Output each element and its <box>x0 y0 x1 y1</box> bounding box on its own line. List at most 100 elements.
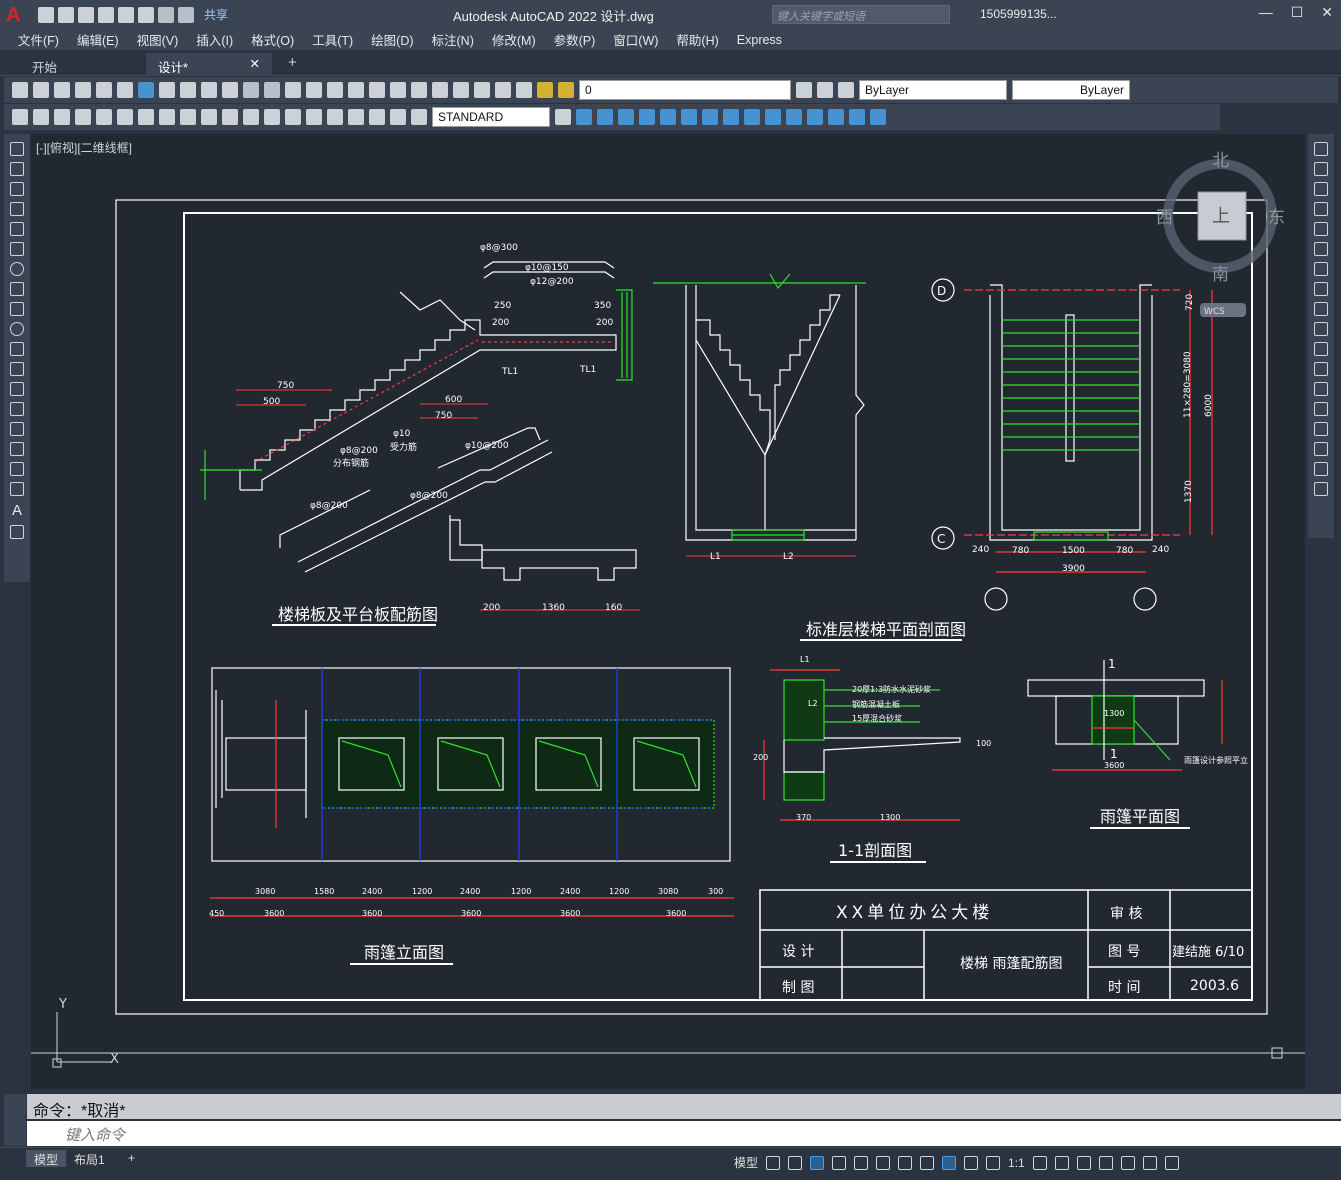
annotation-scale-icon[interactable] <box>986 1155 1001 1170</box>
angular-icon[interactable] <box>159 109 175 125</box>
table-icon[interactable] <box>10 482 24 496</box>
wcs-label[interactable]: WCS <box>1204 307 1225 317</box>
hatch-icon[interactable] <box>10 422 24 436</box>
search-input[interactable]: 键入关键字或短语 <box>772 5 950 24</box>
array-icon[interactable] <box>639 109 655 125</box>
open-icon[interactable] <box>33 82 49 98</box>
autocad-logo-icon[interactable]: A <box>6 4 32 26</box>
move-icon[interactable] <box>660 109 676 125</box>
add-layout-button[interactable]: + <box>120 1150 143 1167</box>
array-icon[interactable] <box>1314 222 1328 236</box>
break-icon[interactable] <box>786 109 802 125</box>
gradient-icon[interactable] <box>10 442 24 456</box>
tab-start[interactable]: 开始 <box>20 53 130 76</box>
command-input[interactable]: 键入命令 <box>27 1121 1341 1146</box>
copy-icon[interactable] <box>180 82 196 98</box>
continue-icon[interactable] <box>222 109 238 125</box>
trim-icon[interactable] <box>1314 322 1328 336</box>
hardware-accel-icon[interactable] <box>1098 1155 1113 1170</box>
break-icon[interactable] <box>1314 382 1328 396</box>
clean-screen-icon[interactable] <box>1120 1155 1135 1170</box>
menu-format[interactable]: 格式(O) <box>251 30 294 49</box>
menu-help[interactable]: 帮助(H) <box>676 30 718 49</box>
mirror-icon[interactable] <box>597 109 613 125</box>
polyline-icon[interactable] <box>10 182 24 196</box>
fillet-icon[interactable] <box>1314 442 1328 456</box>
drawing-viewport[interactable]: 750 500 600 750 250 200 350 200 φ8@200 φ… <box>31 134 1305 1089</box>
stretch-icon[interactable] <box>723 109 739 125</box>
ortho-icon[interactable] <box>810 1155 825 1170</box>
rotate-icon[interactable] <box>681 109 697 125</box>
redo-icon[interactable] <box>178 6 194 23</box>
add-selected-icon[interactable] <box>10 525 24 539</box>
dim-edit-icon[interactable] <box>369 109 385 125</box>
join-icon[interactable] <box>1314 402 1328 416</box>
aligned-dim-icon[interactable] <box>33 109 49 125</box>
osnap-icon[interactable] <box>876 1155 891 1170</box>
settings-gear-icon[interactable] <box>1032 1155 1047 1170</box>
open-icon[interactable] <box>58 6 74 23</box>
menu-edit[interactable]: 编辑(E) <box>77 30 119 49</box>
polygon-icon[interactable] <box>10 202 24 216</box>
menu-tools[interactable]: 工具(T) <box>312 30 353 49</box>
copy-icon[interactable] <box>1314 162 1328 176</box>
join-icon[interactable] <box>807 109 823 125</box>
viewcube-north[interactable]: 北 <box>1212 151 1229 171</box>
blend-icon[interactable] <box>1314 462 1328 476</box>
calculator-icon[interactable] <box>474 82 490 98</box>
zoom-realtime-icon[interactable] <box>306 82 322 98</box>
baseline-icon[interactable] <box>201 109 217 125</box>
layer-freeze-icon[interactable] <box>558 82 574 98</box>
line-icon[interactable] <box>10 142 24 156</box>
cut-icon[interactable] <box>159 82 175 98</box>
save-icon[interactable] <box>78 6 94 23</box>
layer-dropdown[interactable]: 0 <box>579 80 791 100</box>
viewport-controls-label[interactable]: [-][俯视][二维线框] <box>36 139 132 156</box>
menu-parametric[interactable]: 参数(P) <box>554 30 596 49</box>
stretch-icon[interactable] <box>1314 302 1328 316</box>
share-button[interactable]: 共享 <box>204 6 228 23</box>
viewcube-top[interactable]: 上 <box>1212 206 1230 227</box>
xline-icon[interactable] <box>10 162 24 176</box>
make-block-icon[interactable] <box>10 382 24 396</box>
chamfer-icon[interactable] <box>1314 422 1328 436</box>
ordinate-icon[interactable] <box>75 109 91 125</box>
grid-icon[interactable] <box>766 1155 781 1170</box>
lineweight-icon[interactable] <box>920 1155 935 1170</box>
extend-icon[interactable] <box>1314 342 1328 356</box>
menu-draw[interactable]: 绘图(D) <box>371 30 413 49</box>
explode-icon[interactable] <box>870 109 886 125</box>
undo-icon[interactable] <box>158 6 174 23</box>
sheetset-icon[interactable] <box>432 82 448 98</box>
layer-properties-icon[interactable] <box>516 82 532 98</box>
close-tab-icon[interactable]: ✕ <box>250 56 260 71</box>
revcloud-icon[interactable] <box>10 282 24 296</box>
web-icon[interactable] <box>138 82 154 98</box>
copy-obj-icon[interactable] <box>576 109 592 125</box>
tab-model[interactable]: 模型 <box>26 1150 67 1167</box>
publish-icon[interactable] <box>117 82 133 98</box>
properties-icon[interactable] <box>369 82 385 98</box>
circle-icon[interactable] <box>10 262 24 276</box>
linetype-dropdown[interactable]: ByLayer <box>1012 80 1130 100</box>
color-dropdown[interactable]: ByLayer <box>859 80 1007 100</box>
zoom-window-icon[interactable] <box>327 82 343 98</box>
dim-update-icon[interactable] <box>411 109 427 125</box>
radius-dim-icon[interactable] <box>96 109 112 125</box>
explode-icon[interactable] <box>1314 482 1328 496</box>
mtext-icon[interactable]: A <box>12 502 22 519</box>
ellipse-arc-icon[interactable] <box>10 342 24 356</box>
qnew-icon[interactable] <box>12 82 28 98</box>
minimize-button[interactable]: — <box>1259 4 1273 21</box>
layer-state-icon[interactable] <box>838 82 854 98</box>
save-icon[interactable] <box>54 82 70 98</box>
spline-icon[interactable] <box>10 302 24 316</box>
break-point-icon[interactable] <box>1314 362 1328 376</box>
fullscreen-icon[interactable] <box>1142 1155 1157 1170</box>
auto-scale-icon[interactable] <box>964 1155 979 1170</box>
zoom-previous-icon[interactable] <box>348 82 364 98</box>
ellipse-icon[interactable] <box>10 322 24 336</box>
viewcube-west[interactable]: 西 <box>1156 208 1173 228</box>
point-icon[interactable] <box>10 402 24 416</box>
diameter-icon[interactable] <box>138 109 154 125</box>
